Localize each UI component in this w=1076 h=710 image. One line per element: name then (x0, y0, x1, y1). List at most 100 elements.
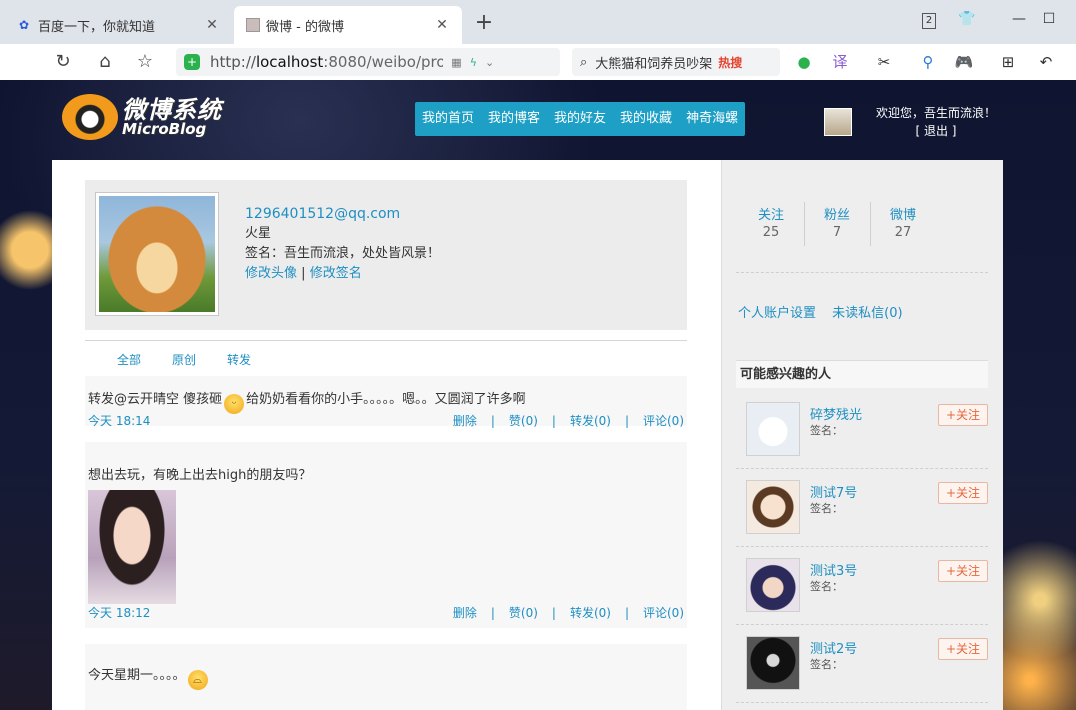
nav-friends[interactable]: 我的好友 (547, 102, 613, 136)
filter-repost[interactable]: 转发 (227, 351, 251, 368)
follow-button[interactable]: +关注 (938, 560, 988, 582)
unread-messages-link[interactable]: 未读私信(0) (832, 306, 902, 321)
like-button[interactable]: 赞(0) (509, 606, 538, 620)
suggested-user-name[interactable]: 测试3号 (810, 560, 857, 579)
chevron-down-icon[interactable]: ⌄ (485, 56, 494, 69)
smile-emoji-icon: ᵕ (224, 394, 245, 414)
suggested-user-signature: 签名： (810, 658, 843, 671)
link-separator: | (301, 266, 306, 281)
search-box[interactable]: ⌕ 大熊猫和饲养员吵架 热搜 (572, 48, 780, 76)
reload-icon[interactable]: ↻ (50, 50, 76, 74)
logo-subtitle: MicroBlog (122, 120, 207, 138)
suggested-user-name[interactable]: 测试2号 (810, 638, 857, 657)
nav-home[interactable]: 我的首页 (415, 102, 481, 136)
stat-followers[interactable]: 粉丝 7 (804, 204, 870, 240)
avatar[interactable] (746, 636, 800, 690)
suggested-user: 测试2号 签名： +关注 (736, 624, 988, 703)
suggested-user: 测试7号 签名： +关注 (736, 468, 988, 547)
suggested-user-name[interactable]: 碎梦残光 (810, 404, 862, 423)
avatar[interactable] (746, 558, 800, 612)
delete-button[interactable]: 删除 (453, 606, 477, 620)
url-path: :8080/weibo/profile_in (323, 53, 444, 71)
sidebar-links: 个人账户设置 未读私信(0) (738, 302, 915, 321)
suggested-user-name[interactable]: 测试7号 (810, 482, 857, 501)
main-column: 1296401512@qq.com 火星 签名：吾生而流浪，处处皆风景！ 修改头… (52, 160, 721, 710)
home-icon[interactable]: ⌂ (92, 50, 118, 74)
gamepad-icon[interactable]: 🎮 (950, 50, 978, 74)
profile-signature: 签名：吾生而流浪，处处皆风景！ (245, 246, 441, 261)
webpage: 微博系统 MicroBlog 我的首页 我的博客 我的好友 我的收藏 神奇海螺 … (0, 80, 1076, 710)
reader-icon[interactable]: ▦ (451, 56, 461, 69)
avatar[interactable] (746, 480, 800, 534)
tab-baidu[interactable]: ✿ 百度一下，你就知道 ✕ (4, 6, 232, 44)
delete-button[interactable]: 删除 (453, 414, 477, 428)
post-item: 想出去玩，有晚上出去high的朋友吗？ 今天 18:12 删除 | 赞(0) | 转发(… (85, 442, 687, 628)
undo-icon[interactable]: ↶ (1032, 50, 1060, 74)
tab-title: 微博 - 的微博 (266, 19, 344, 35)
filter-all[interactable]: 全部 (117, 351, 141, 368)
url-prefix: http:// (210, 53, 256, 71)
tab-weibo[interactable]: 微博 - 的微博 ✕ (234, 6, 462, 44)
suggested-user: 碎梦残光 签名： +关注 (736, 390, 988, 469)
avatar[interactable] (824, 108, 852, 136)
scissors-icon[interactable]: ✂ (870, 50, 898, 74)
edit-signature-link[interactable]: 修改签名 (310, 266, 362, 281)
like-button[interactable]: 赞(0) (509, 414, 538, 428)
content-panel: 1296401512@qq.com 火星 签名：吾生而流浪，处处皆风景！ 修改头… (52, 160, 1003, 710)
address-toolbar: ↻ ⌂ ☆ + http://localhost:8080/weibo/prof… (0, 44, 1076, 81)
wechat-icon[interactable]: ● (790, 50, 818, 74)
close-tab-icon[interactable]: ✕ (434, 17, 450, 33)
post-filter-bar: 全部 原创 转发 (85, 340, 687, 371)
site-logo[interactable]: 微博系统 MicroBlog (62, 88, 232, 142)
apps-grid-icon[interactable]: ⊞ (994, 50, 1022, 74)
filter-original[interactable]: 原创 (172, 351, 196, 368)
close-tab-icon[interactable]: ✕ (204, 17, 220, 33)
may-know-title: 可能感兴趣的人 (736, 360, 988, 388)
page-favicon-icon (246, 18, 260, 32)
post-text: 转发@云开晴空 傻孩砸 ᵕ 给奶奶看看你的小手。。。。。嗯。。又圆润了许多啊 (88, 388, 526, 414)
new-tab-button[interactable]: + (472, 10, 496, 35)
translate-icon[interactable]: 译 (826, 50, 854, 74)
suggested-user-signature: 签名： (810, 424, 843, 437)
post-image[interactable] (88, 490, 176, 604)
post-time: 今天 18:14 (88, 414, 151, 428)
star-icon[interactable]: ☆ (132, 50, 158, 74)
post-item: 今天星期一。。。。 ⌓ (85, 644, 687, 710)
comment-button[interactable]: 评论(0) (643, 606, 684, 620)
fish-logo-icon (62, 94, 118, 140)
avatar[interactable] (746, 402, 800, 456)
stat-posts[interactable]: 微博 27 (870, 204, 936, 240)
maximize-icon[interactable]: ☐ (1036, 8, 1062, 30)
sad-emoji-icon: ⌓ (187, 670, 208, 690)
hot-search-badge: 热搜 (718, 55, 743, 70)
edit-avatar-link[interactable]: 修改头像 (245, 266, 297, 281)
minimize-icon[interactable]: — (1006, 8, 1032, 30)
stat-following[interactable]: 关注 25 (738, 204, 804, 240)
tab-count-button[interactable]: 2 (916, 8, 942, 30)
suggested-user-signature: 签名： (810, 580, 843, 593)
profile-card: 1296401512@qq.com 火星 签名：吾生而流浪，处处皆风景！ 修改头… (85, 180, 687, 330)
lightning-icon[interactable]: ϟ (470, 56, 477, 69)
search-icon: ⌕ (580, 54, 588, 70)
follow-button[interactable]: +关注 (938, 638, 988, 660)
repost-button[interactable]: 转发(0) (570, 606, 611, 620)
follow-button[interactable]: +关注 (938, 482, 988, 504)
post-item: 转发@云开晴空 傻孩砸 ᵕ 给奶奶看看你的小手。。。。。嗯。。又圆润了许多啊 今天 … (85, 376, 687, 428)
follow-button[interactable]: +关注 (938, 404, 988, 426)
shirt-icon[interactable]: 👕 (954, 8, 980, 30)
nav-magic-conch[interactable]: 神奇海螺 (679, 102, 745, 136)
sidebar: 关注 25 粉丝 7 微博 27 个人账户设置 未读私信(0) 可能感兴趣的人 … (721, 160, 1003, 710)
post-text: 今天星期一。。。。 ⌓ (88, 664, 210, 690)
url-field[interactable]: + http://localhost:8080/weibo/profile_in… (176, 48, 560, 76)
comment-button[interactable]: 评论(0) (643, 414, 684, 428)
profile-info: 1296401512@qq.com 火星 签名：吾生而流浪，处处皆风景！ 修改头… (245, 204, 440, 284)
welcome-area: 欢迎您，吾生而流浪！ [ 退出 ] (866, 104, 1006, 140)
account-settings-link[interactable]: 个人账户设置 (738, 306, 816, 321)
logout-link[interactable]: [ 退出 ] (866, 122, 1006, 140)
nav-my-blog[interactable]: 我的博客 (481, 102, 547, 136)
baidu-paw-icon: ✿ (18, 18, 30, 32)
nav-favorites[interactable]: 我的收藏 (613, 102, 679, 136)
magnifier-icon[interactable]: ⚲ (914, 50, 942, 74)
url-host: localhost (255, 53, 324, 71)
repost-button[interactable]: 转发(0) (570, 414, 611, 428)
